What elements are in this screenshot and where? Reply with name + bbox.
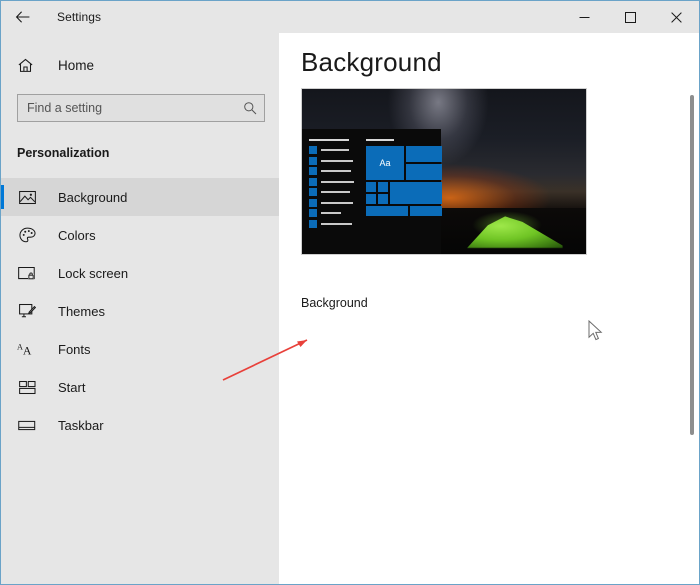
sidebar-item-label: Themes	[58, 303, 105, 319]
search-input[interactable]	[18, 95, 264, 121]
window-title: Settings	[57, 10, 102, 24]
preview-tile	[366, 206, 408, 217]
sidebar-nav: Background Colors Lock screen Themes A A…	[1, 178, 279, 444]
start-icon	[17, 380, 37, 395]
palette-icon	[17, 227, 37, 244]
preview-applist-header	[309, 139, 349, 142]
close-button[interactable]	[653, 1, 699, 33]
sidebar-item-label: Fonts	[58, 341, 91, 357]
sidebar-item-home[interactable]: Home	[1, 48, 279, 82]
sidebar-item-taskbar[interactable]: Taskbar	[1, 406, 279, 444]
scrollbar-thumb[interactable]	[690, 95, 694, 435]
window-controls	[561, 1, 699, 33]
back-arrow-icon	[15, 11, 30, 23]
desktop-preview: Aa	[301, 88, 587, 255]
picture-icon	[17, 190, 37, 205]
home-label: Home	[58, 57, 95, 73]
sidebar-item-lock-screen[interactable]: Lock screen	[1, 254, 279, 292]
sidebar-item-colors[interactable]: Colors	[1, 216, 279, 254]
preview-tile	[366, 182, 376, 193]
themes-icon	[17, 303, 37, 319]
preview-tile	[366, 194, 376, 205]
minimize-button[interactable]	[561, 1, 607, 33]
lock-screen-icon	[17, 266, 37, 281]
preview-tile-header	[366, 139, 394, 142]
fonts-icon: A A	[17, 341, 37, 357]
settings-window: Settings Home Find a setting Personaliza…	[0, 0, 700, 585]
sidebar: Home Personalization	[1, 33, 279, 584]
back-button[interactable]	[1, 1, 45, 33]
sidebar-item-label: Taskbar	[58, 417, 104, 433]
maximize-icon	[624, 11, 636, 23]
preview-tile	[406, 146, 442, 163]
page-title: Background	[301, 47, 442, 77]
sidebar-item-themes[interactable]: Themes	[1, 292, 279, 330]
main-content: Background Aa Background	[279, 33, 699, 584]
sidebar-item-label: Lock screen	[58, 265, 129, 281]
preview-tile	[406, 164, 442, 181]
search-box[interactable]	[17, 94, 265, 122]
minimize-icon	[579, 16, 589, 18]
taskbar-icon	[17, 419, 37, 432]
sidebar-group-title: Personalization	[17, 146, 110, 160]
sidebar-item-label: Start	[58, 379, 86, 395]
close-icon	[670, 11, 682, 23]
preview-tile	[378, 182, 388, 193]
sidebar-item-fonts[interactable]: A A Fonts	[1, 330, 279, 368]
maximize-button[interactable]	[607, 1, 653, 33]
sidebar-item-background[interactable]: Background	[1, 178, 279, 216]
sidebar-item-label: Colors	[58, 227, 96, 243]
preview-tile-grid: Aa	[366, 146, 442, 224]
title-bar-left: Settings	[1, 1, 101, 33]
preview-tile	[390, 182, 442, 205]
preview-start-menu: Aa	[302, 129, 442, 254]
preview-app-list	[309, 139, 357, 230]
preview-tile-group: Aa	[366, 139, 442, 224]
title-bar: Settings	[1, 1, 699, 33]
search-icon	[243, 101, 257, 115]
preview-tile	[378, 194, 388, 205]
home-icon	[17, 57, 39, 74]
preview-tile	[410, 206, 442, 217]
vertical-scrollbar[interactable]	[686, 33, 698, 584]
sidebar-item-label: Background	[58, 189, 128, 205]
background-section-label: Background	[301, 296, 368, 310]
svg-text:A: A	[23, 343, 32, 357]
sidebar-item-start[interactable]: Start	[1, 368, 279, 406]
preview-tile-aa: Aa	[366, 146, 404, 181]
